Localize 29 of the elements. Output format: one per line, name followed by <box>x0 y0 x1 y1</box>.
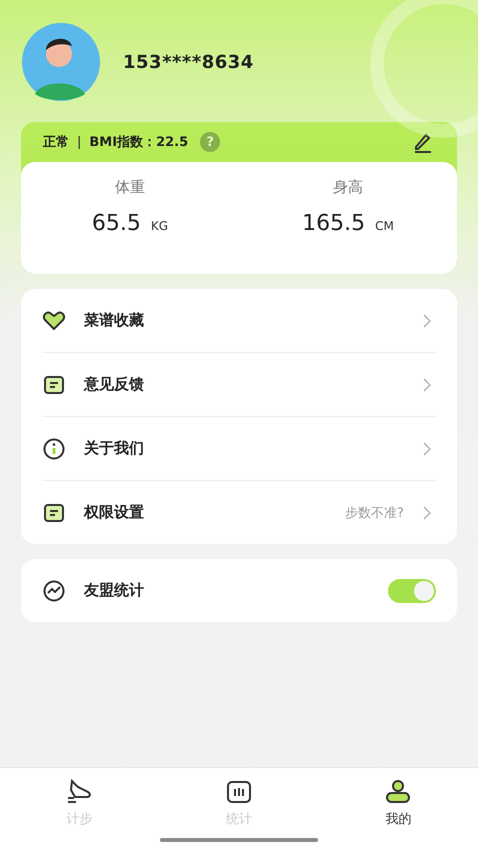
chart-icon <box>42 578 66 602</box>
menu-item[interactable]: 菜谱收藏 <box>42 289 436 353</box>
chevron-icon <box>422 506 432 520</box>
menu-item[interactable]: 权限设置 步数不准? <box>42 481 436 544</box>
shoe-icon <box>66 778 94 806</box>
menu-item[interactable]: 意见反馈 <box>42 353 436 417</box>
chevron-icon <box>422 378 432 392</box>
nav-tab[interactable]: 我的 <box>318 768 478 850</box>
heart-icon <box>42 308 66 332</box>
bmi-value: BMI指数：22.5 <box>89 134 188 151</box>
menu-hint: 步数不准? <box>345 504 404 522</box>
info-icon <box>42 436 66 460</box>
measure-unit: KG <box>150 219 168 233</box>
separator: | <box>77 134 82 150</box>
bmi-status: 正常 <box>43 134 69 151</box>
phone-number: 153****8634 <box>123 52 254 72</box>
avatar[interactable] <box>21 22 101 102</box>
chart-icon <box>224 778 253 806</box>
measure-value: 165.5 <box>302 211 366 236</box>
chevron-icon <box>422 314 432 328</box>
measure-label: 体重 <box>115 178 145 197</box>
menu-item[interactable]: 关于我们 <box>42 417 436 481</box>
measure-unit: CM <box>375 219 394 233</box>
toggle-switch[interactable] <box>388 578 436 602</box>
measure-value: 65.5 <box>92 211 141 236</box>
setting-label: 友盟统计 <box>84 581 144 600</box>
chevron-icon <box>422 442 432 456</box>
person-icon <box>384 778 412 806</box>
measure-label: 身高 <box>333 178 363 197</box>
